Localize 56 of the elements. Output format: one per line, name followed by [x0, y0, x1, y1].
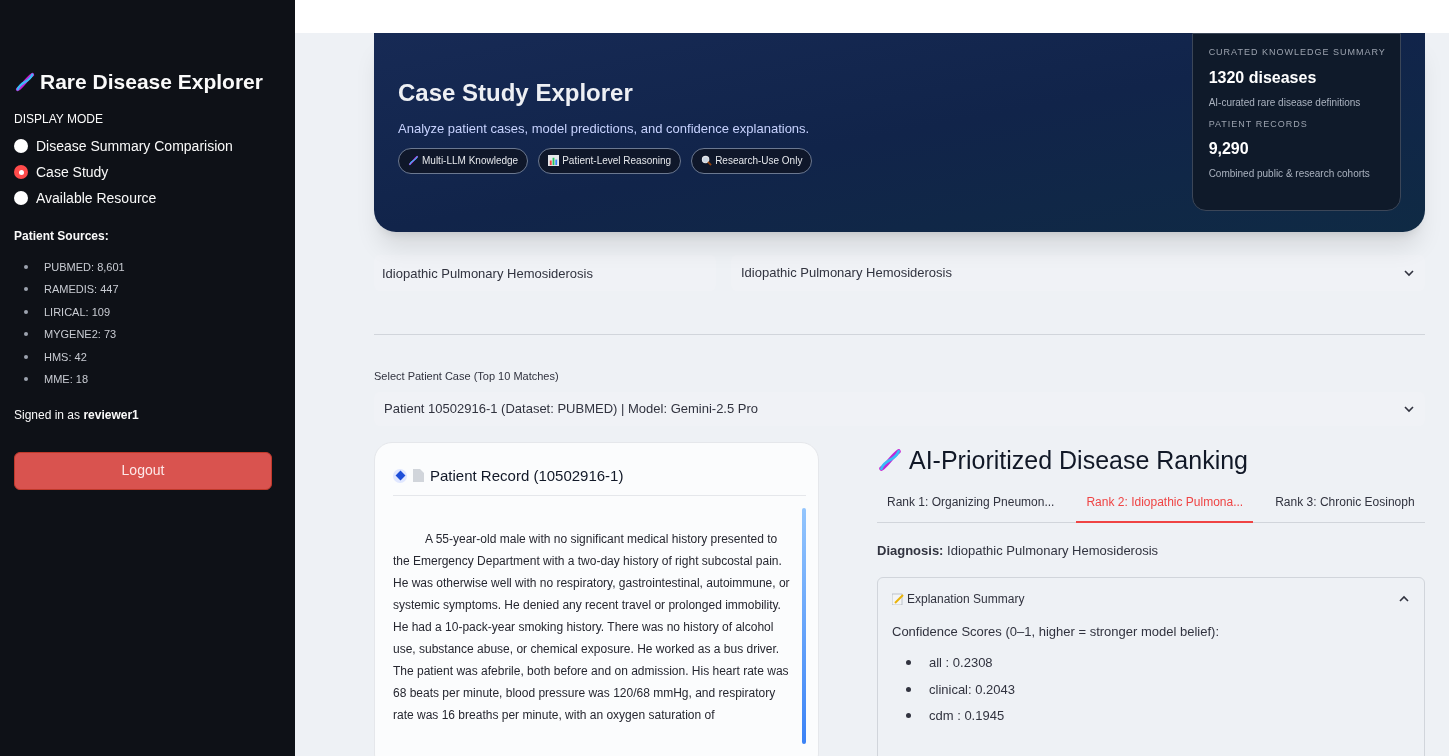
- bullet-icon: [24, 332, 28, 337]
- radio-option[interactable]: Disease Summary Comparision: [14, 135, 281, 157]
- ranking-title: AI-Prioritized Disease Ranking: [909, 444, 1249, 476]
- bullet-icon: [24, 377, 28, 382]
- rank-tab[interactable]: Rank 1: Organizing Pneumon...: [877, 489, 1065, 523]
- confidence-score: all : 0.2308: [929, 654, 993, 672]
- section-label: DISPLAY MODE: [14, 110, 104, 128]
- bullet-icon: [24, 287, 28, 292]
- app-title: Rare Disease Explorer: [40, 69, 263, 95]
- bullet-icon: [906, 686, 911, 692]
- feature-chip: Research-Use Only: [691, 147, 813, 174]
- bullet-icon: [24, 264, 28, 269]
- stat-label: CURATED KNOWLEDGE SUMMARY: [1208, 46, 1384, 59]
- source-count: MYGENE2: 73: [44, 327, 117, 342]
- stat-note: AI-curated rare disease definitions: [1208, 95, 1362, 110]
- hero-subtitle: Analyze patient cases, model predictions, and confidence explanations.: [398, 120, 811, 138]
- stat-note: Combined public & research cohorts: [1208, 167, 1371, 181]
- source-count: LIRICAL: 109: [44, 304, 111, 320]
- source-count: RAMEDIS: 447: [44, 282, 119, 297]
- hero-title: Case Study Explorer: [398, 78, 634, 108]
- confidence-score: cdm : 0.1945: [929, 707, 1005, 725]
- bar-chart-icon: [548, 155, 560, 166]
- signed-in-text: Signed in as reviewer1: [14, 406, 140, 424]
- feature-chip: Patient-Level Reasoning: [538, 147, 682, 174]
- source-count: PUBMED: 8,601: [44, 259, 125, 275]
- bullet-icon: [906, 660, 911, 666]
- confidence-intro: Confidence Scores (0–1, higher = stronger model belief):: [892, 622, 1220, 641]
- scrollbar-thumb[interactable]: [802, 508, 806, 744]
- radio-icon: [14, 139, 28, 153]
- bullet-icon: [24, 309, 28, 314]
- rank-tab[interactable]: Rank 3: Chronic Eosinoph: [1265, 489, 1425, 523]
- stat-value: 1320 diseases: [1208, 67, 1318, 88]
- section-heading: Patient Sources:: [14, 227, 110, 245]
- bullet-icon: [24, 354, 28, 359]
- confidence-score: clinical: 0.2043: [929, 680, 1015, 699]
- feature-chip: Multi-LLM Knowledge: [398, 147, 529, 174]
- radio-option[interactable]: Available Resource: [14, 187, 281, 209]
- radio-icon: [14, 165, 28, 179]
- document-icon: [413, 469, 424, 483]
- radio-icon: [14, 191, 28, 205]
- diagnosis-text: Diagnosis: Idiopathic Pulmonary Hemosiderosis: [877, 542, 1160, 560]
- explanation-toggle[interactable]: Explanation Summary: [892, 589, 1410, 608]
- field-label: Select Patient Case (Top 10 Matches): [374, 369, 560, 384]
- source-count: MME: 18: [44, 372, 88, 387]
- record-paragraph: The patient was afebrile, both before and on admission. His heart rate was 68 beats per minute, blood pressure was 120/68 mmHg, and respiratory rate was 16 breaths per minute, with an oxygen saturation of: [393, 663, 790, 724]
- stat-value: 9,290: [1208, 139, 1250, 159]
- radio-option[interactable]: Case Study: [14, 161, 281, 183]
- stat-label: PATIENT RECORDS: [1208, 117, 1309, 131]
- source-count: HMS: 42: [44, 349, 87, 365]
- record-title: Patient Record (10502916-1): [430, 465, 624, 486]
- bullet-icon: [906, 713, 911, 719]
- memo-icon: [892, 592, 904, 605]
- chevron-down-icon[interactable]: [1402, 267, 1415, 279]
- search-icon: [701, 155, 713, 166]
- explanation-title: Explanation Summary: [907, 590, 1025, 608]
- record-paragraph: A 55-year-old male with no significant medical history presented to the Emergency Department with a two-day history of right subcostal pain. He was otherwise well with no respiratory, gastrointestinal, autoimmune, or systemic symptoms. He denied any recent travel or prolonged immobility. He had a 10-pack-year smoking history. There was no history of alcohol use, substance abuse, or chemical exposure. He worked as a bus driver.: [393, 531, 791, 658]
